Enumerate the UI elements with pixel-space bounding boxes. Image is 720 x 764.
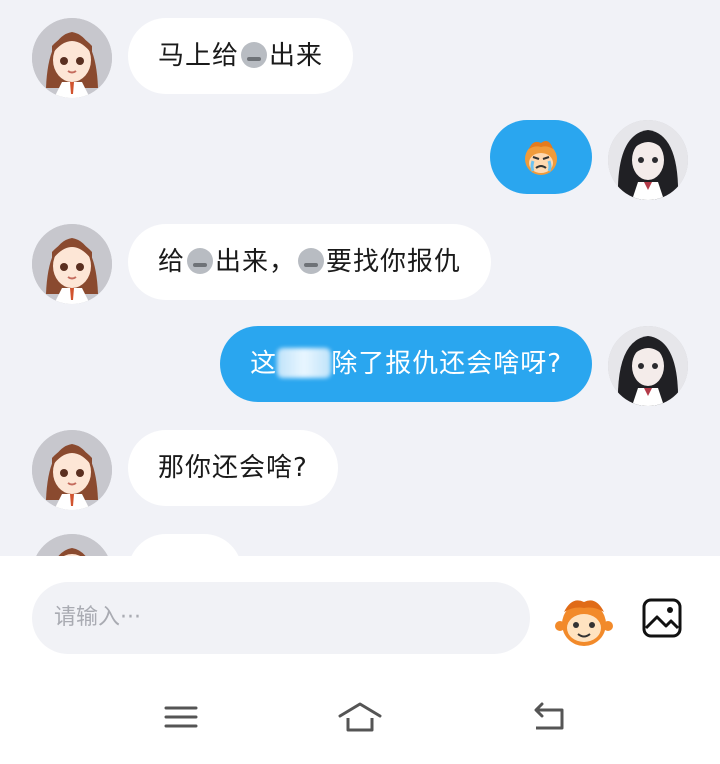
sticker-button[interactable] (554, 594, 614, 652)
avatar[interactable] (608, 326, 688, 406)
message-row: 那你还会啥? (32, 430, 338, 510)
message-text: 这 (250, 349, 278, 379)
avatar[interactable] (32, 534, 112, 556)
message-row (490, 120, 688, 200)
message-bubble[interactable]: 马上给 出来 (128, 18, 354, 94)
message-bubble[interactable]: 这 除了报仇还会啥呀? (220, 326, 592, 402)
message-row: 马上给 出来 (32, 18, 354, 98)
message-row: 这 除了报仇还会啥呀? (220, 326, 688, 406)
message-bubble[interactable]: 那你还会啥? (128, 430, 338, 506)
message-text: 除了报仇还会啥呀? (331, 349, 562, 379)
bottom-panel: 请输入··· (0, 556, 720, 764)
blurred-text (277, 348, 332, 378)
home-nav-button[interactable] (336, 700, 384, 738)
avatar[interactable] (32, 224, 112, 304)
image-button[interactable] (642, 598, 682, 642)
message-row-partial (32, 534, 242, 556)
avatar[interactable] (32, 18, 112, 98)
message-bubble[interactable]: 给出来， 要找你报仇 (128, 224, 492, 300)
home-icon (338, 702, 382, 732)
orange-crying-monkey-sticker-icon (525, 141, 557, 175)
chat-area[interactable]: 马上给 出来 给 出来， 要找你报仇 这 除了报仇还会啥呀? 那你还会啥? (0, 0, 720, 556)
message-bubble[interactable] (128, 534, 242, 556)
message-text: 给 (158, 247, 186, 277)
message-text: 要找你报仇 (326, 247, 462, 277)
message-text: 出来， (215, 247, 297, 277)
menu-icon (164, 706, 198, 728)
back-nav-button[interactable] (530, 702, 568, 738)
sticker-bubble[interactable] (490, 120, 592, 194)
image-icon (642, 598, 682, 638)
gray-face-emoji-icon (241, 42, 268, 68)
gray-face-emoji-icon (298, 248, 325, 274)
monkey-sticker-icon (555, 600, 613, 646)
message-text: 那你还会啥? (158, 453, 308, 483)
avatar[interactable] (608, 120, 688, 200)
message-text: 马上给 (158, 41, 240, 71)
gray-face-emoji-icon (187, 248, 214, 274)
message-row: 给出来， 要找你报仇 (32, 224, 492, 304)
menu-nav-button[interactable] (164, 702, 198, 736)
avatar[interactable] (32, 430, 112, 510)
message-input[interactable]: 请输入··· (32, 582, 530, 654)
message-text: 出来 (269, 41, 324, 71)
back-icon (534, 702, 564, 730)
